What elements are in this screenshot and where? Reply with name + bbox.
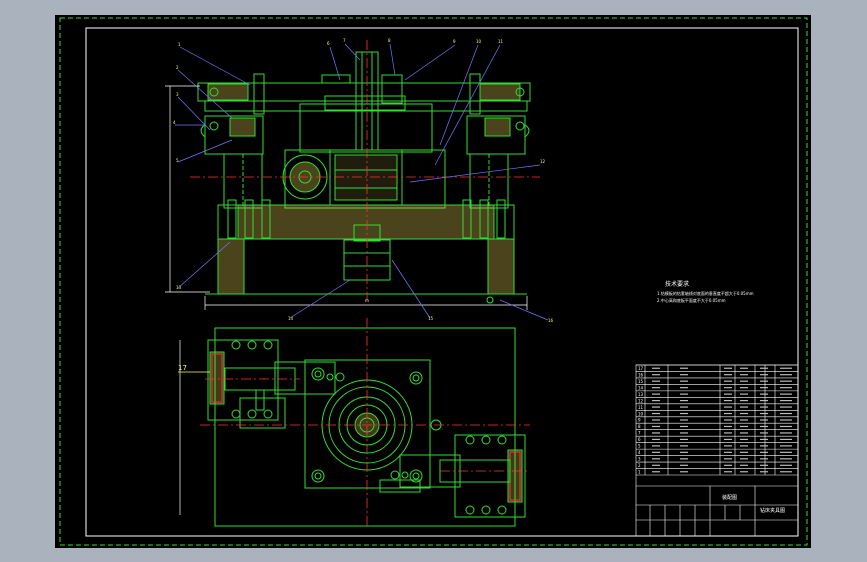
title-block-drawing-title: 钻床夹具图 xyxy=(760,507,785,514)
balloon-number: 12 xyxy=(540,159,546,164)
balloon-number: 11 xyxy=(498,39,504,44)
tech-req-title: 技术要求 xyxy=(665,280,689,288)
bom-row-number: 17 xyxy=(638,366,644,371)
bom-row-number: 16 xyxy=(638,372,644,377)
drawing-sheet xyxy=(55,15,811,548)
dimension-text-width: m xyxy=(365,298,369,303)
balloon-number: 15 xyxy=(428,316,434,321)
title-block-assembly: 装配图 xyxy=(722,494,737,501)
balloon-number: 14 xyxy=(288,316,294,321)
tech-req-line-1: 1.钻模板的钻套轴线对底面的垂直度不超大于0.05mm xyxy=(657,290,754,296)
balloon-number: 10 xyxy=(476,39,482,44)
tech-req-line-2: 2.中心高和底板平面度不大于0.05mm xyxy=(657,297,726,303)
bom-row-number: 14 xyxy=(638,385,644,390)
bom-row-number: 10 xyxy=(638,411,644,416)
balloon-number: 13 xyxy=(176,285,182,290)
bom-row-number: 11 xyxy=(638,405,644,410)
bom-row-number: 13 xyxy=(638,392,644,397)
bom-row-number: 12 xyxy=(638,398,644,403)
balloon-number: 16 xyxy=(548,318,554,323)
bom-row-number: 15 xyxy=(638,379,644,384)
part-label-17: 17 xyxy=(178,364,187,372)
cad-drawing-canvas: m 17 技术要求 1.钻模板的钻套轴线对底面的垂直度不超大于0.05mm 2.… xyxy=(55,15,811,548)
